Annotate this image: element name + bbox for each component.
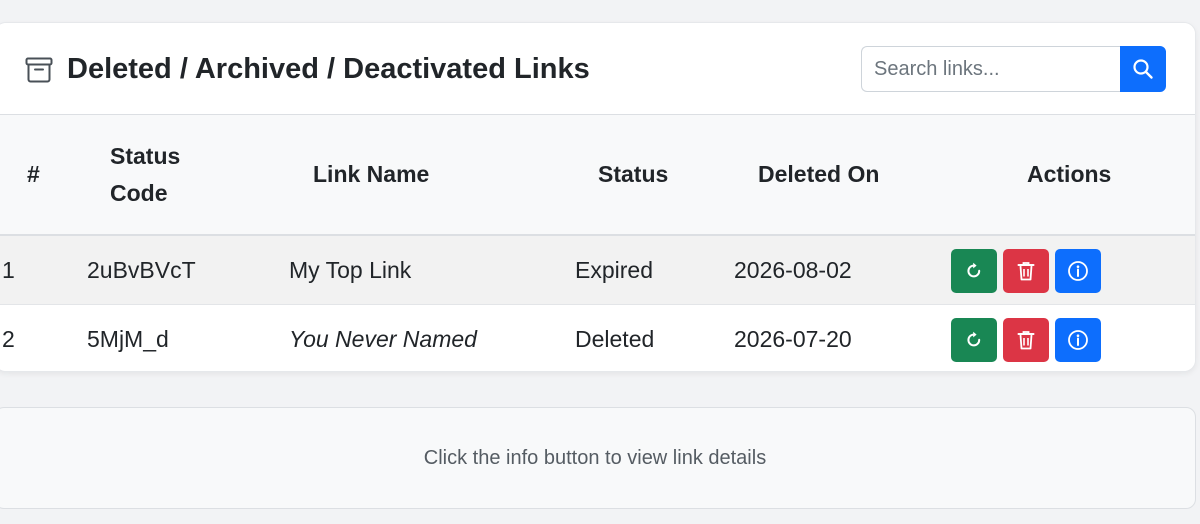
column-header-status-code-line1: Status bbox=[110, 143, 181, 169]
restore-icon bbox=[967, 331, 981, 347]
column-header-actions: Actions bbox=[1027, 161, 1112, 187]
cell-status-code: 5MjM_d bbox=[87, 326, 169, 352]
page-title: Deleted / Archived / Deactivated Links bbox=[67, 53, 590, 85]
cell-link-name: You Never Named bbox=[289, 326, 477, 352]
table-row: 2 5MjM_d You Never Named Deleted 2026-07… bbox=[0, 305, 1195, 371]
info-icon bbox=[1068, 330, 1088, 350]
column-header-index: # bbox=[27, 161, 40, 187]
column-header-deleted-on: Deleted On bbox=[758, 161, 880, 187]
table-header: # Status Code Link Name Status Deleted O… bbox=[0, 115, 1195, 236]
cell-status-code: 2uBvBVcT bbox=[87, 257, 196, 283]
cell-link-name: My Top Link bbox=[289, 257, 412, 283]
cell-index: 2 bbox=[2, 326, 15, 352]
link-details-panel: Click the info button to view link detai… bbox=[0, 407, 1196, 509]
deleted-links-card: Deleted / Archived / Deactivated Links #… bbox=[0, 22, 1196, 372]
cell-status: Expired bbox=[575, 257, 653, 283]
archive-icon bbox=[25, 57, 53, 83]
table-row: 1 2uBvBVcT My Top Link Expired 2026-08-0… bbox=[0, 236, 1195, 305]
restore-button[interactable] bbox=[951, 249, 997, 293]
info-button[interactable] bbox=[1055, 249, 1101, 293]
search-input[interactable] bbox=[861, 46, 1121, 92]
details-placeholder-text: Click the info button to view link detai… bbox=[423, 446, 767, 469]
trash-icon bbox=[1017, 262, 1035, 281]
trash-icon bbox=[1017, 331, 1035, 350]
info-button[interactable] bbox=[1055, 318, 1101, 362]
search-group bbox=[861, 46, 1166, 92]
card-header: Deleted / Archived / Deactivated Links bbox=[0, 23, 1195, 115]
cell-deleted-on: 2026-08-02 bbox=[734, 257, 852, 283]
cell-index: 1 bbox=[2, 257, 15, 283]
column-header-link-name: Link Name bbox=[313, 161, 430, 187]
cell-status: Deleted bbox=[575, 326, 655, 352]
cell-deleted-on: 2026-07-20 bbox=[734, 326, 852, 352]
delete-button[interactable] bbox=[1003, 249, 1049, 293]
restore-button[interactable] bbox=[951, 318, 997, 362]
search-icon bbox=[1133, 59, 1153, 79]
delete-button[interactable] bbox=[1003, 318, 1049, 362]
column-header-status-code-line2: Code bbox=[110, 180, 168, 206]
column-header-status: Status bbox=[598, 161, 669, 187]
restore-icon bbox=[967, 262, 981, 278]
search-button[interactable] bbox=[1120, 46, 1166, 92]
info-icon bbox=[1068, 261, 1088, 281]
